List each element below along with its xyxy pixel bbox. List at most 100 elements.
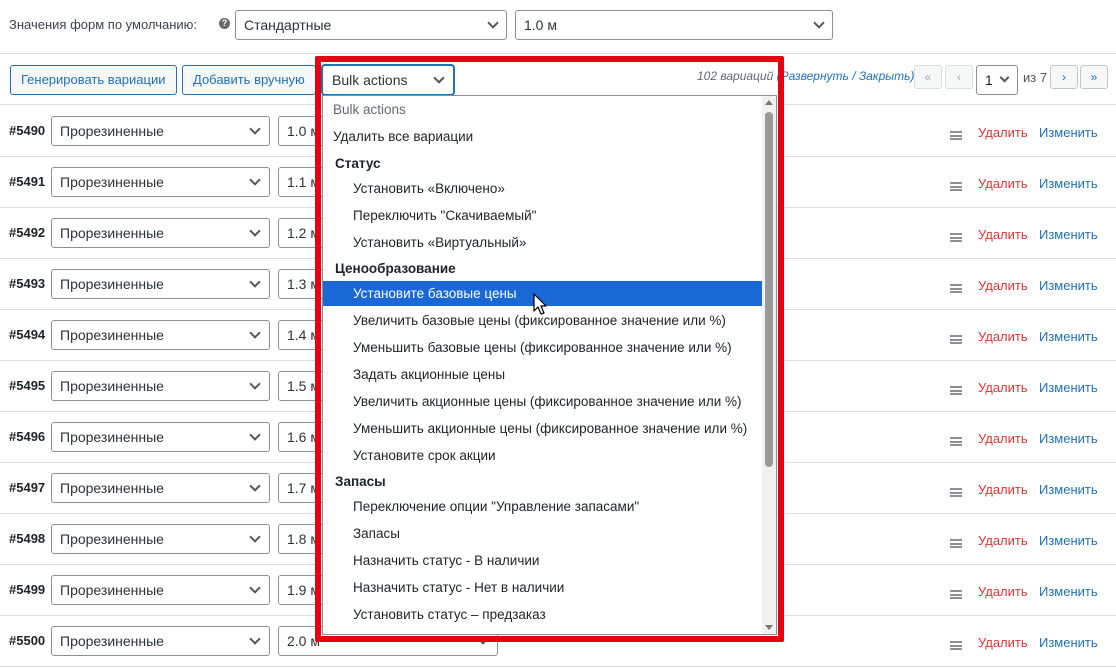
drag-handle-icon[interactable] (950, 539, 962, 548)
delete-variation-link[interactable]: Удалить (978, 380, 1028, 395)
default-type-select[interactable]: Стандартные (235, 10, 507, 40)
edit-variation-link[interactable]: Изменить (1039, 380, 1098, 395)
delete-variation-link[interactable]: Удалить (978, 278, 1028, 293)
chevron-down-icon (249, 480, 261, 492)
delete-variation-link[interactable]: Удалить (978, 431, 1028, 446)
help-icon[interactable]: ? (219, 18, 230, 29)
dropdown-option[interactable]: Назначить статус - Нет в наличии (323, 575, 762, 600)
expand-close-link[interactable]: (Развернуть / Закрыть) (777, 69, 915, 83)
prev-page-button[interactable]: ‹ (945, 65, 973, 89)
drag-handle-icon[interactable] (950, 488, 962, 497)
bulk-actions-select[interactable]: Bulk actions (322, 65, 454, 95)
variation-type-select[interactable]: Прорезиненные (51, 116, 270, 146)
dropdown-option[interactable]: Запасы (323, 521, 762, 546)
dropdown-group-header: Ценообразование (335, 261, 456, 276)
drag-handle-icon[interactable] (950, 182, 962, 191)
variation-type-select[interactable]: Прорезиненные (51, 167, 270, 197)
bulk-actions-dropdown-list[interactable]: Bulk actions Удалить все вариации Статус Ус… (322, 95, 777, 635)
variation-id: #5499 (9, 582, 46, 597)
delete-variation-link[interactable]: Удалить (978, 533, 1028, 548)
variations-count-text: 102 вариаций (697, 69, 774, 83)
edit-variation-link[interactable]: Изменить (1039, 533, 1098, 548)
generate-variations-button[interactable]: Генерировать вариации (10, 65, 177, 95)
variation-type-select[interactable]: Прорезиненные (51, 218, 270, 248)
edit-variation-link[interactable]: Изменить (1039, 635, 1098, 650)
chevron-down-icon (813, 17, 825, 29)
dropdown-option[interactable]: Установить «Виртуальный» (323, 230, 762, 255)
scroll-up-arrow-icon[interactable] (765, 100, 773, 105)
chevron-down-icon (249, 225, 261, 237)
default-length-select[interactable]: 1.0 м (515, 10, 833, 40)
edit-variation-link[interactable]: Изменить (1039, 227, 1098, 242)
drag-handle-icon[interactable] (950, 335, 962, 344)
scroll-down-arrow-icon[interactable] (765, 625, 773, 630)
dropdown-option[interactable]: Уменьшить базовые цены (фиксированное зн… (323, 335, 762, 360)
drag-handle-icon[interactable] (950, 437, 962, 446)
variation-length-value: 1.9 м (287, 582, 320, 598)
mouse-cursor-icon (533, 293, 547, 315)
dropdown-option[interactable]: Уменьшить акционные цены (фиксированное … (323, 416, 762, 441)
variation-id: #5496 (9, 429, 46, 444)
delete-variation-link[interactable]: Удалить (978, 482, 1028, 497)
variation-type-select[interactable]: Прорезиненные (51, 320, 270, 350)
variation-type-value: Прорезиненные (60, 531, 164, 547)
dropdown-option[interactable]: Установите срок акции (323, 443, 762, 468)
variation-type-select[interactable]: Прорезиненные (51, 524, 270, 554)
dropdown-option[interactable]: Назначить статус - В наличии (323, 548, 762, 573)
delete-variation-link[interactable]: Удалить (978, 329, 1028, 344)
delete-variation-link[interactable]: Удалить (978, 125, 1028, 140)
drag-handle-icon[interactable] (950, 233, 962, 242)
variation-id: #5494 (9, 327, 46, 342)
dropdown-group-header: Запасы (335, 474, 386, 489)
first-page-button[interactable]: « (914, 65, 942, 89)
edit-variation-link[interactable]: Изменить (1039, 431, 1098, 446)
variation-type-value: Прорезиненные (60, 276, 164, 292)
variation-type-select[interactable]: Прорезиненные (51, 473, 270, 503)
drag-handle-icon[interactable] (950, 590, 962, 599)
delete-variation-link[interactable]: Удалить (978, 584, 1028, 599)
delete-variation-link[interactable]: Удалить (978, 176, 1028, 191)
edit-variation-link[interactable]: Изменить (1039, 176, 1098, 191)
dropdown-option[interactable]: Задать акционные цены (323, 362, 762, 387)
edit-variation-link[interactable]: Изменить (1039, 278, 1098, 293)
edit-variation-link[interactable]: Изменить (1039, 125, 1098, 140)
scrollbar-thumb[interactable] (765, 112, 773, 467)
dropdown-scrollbar[interactable] (762, 96, 776, 634)
drag-handle-icon[interactable] (950, 641, 962, 650)
variation-type-select[interactable]: Прорезиненные (51, 422, 270, 452)
dropdown-option[interactable]: Удалить все вариации (323, 124, 762, 149)
variation-length-value: 1.3 м (287, 276, 320, 292)
edit-variation-link[interactable]: Изменить (1039, 584, 1098, 599)
drag-handle-icon[interactable] (950, 131, 962, 140)
dropdown-option[interactable]: Переключение опции "Управление запасами" (323, 494, 762, 519)
edit-variation-link[interactable]: Изменить (1039, 482, 1098, 497)
dropdown-option[interactable]: Увеличить акционные цены (фиксированное … (323, 389, 762, 414)
dropdown-option[interactable]: Переключить "Скачиваемый" (323, 203, 762, 228)
dropdown-option[interactable]: Установить статус – предзаказ (323, 602, 762, 627)
variation-length-value: 1.1 м (287, 174, 320, 190)
dropdown-option[interactable]: Установить «Включено» (323, 176, 762, 201)
default-type-select-value: Стандартные (244, 17, 332, 33)
default-form-values-label: Значения форм по умолчанию: (9, 17, 197, 32)
delete-variation-link[interactable]: Удалить (978, 227, 1028, 242)
page-select[interactable]: 1 (976, 65, 1018, 95)
next-page-button[interactable]: › (1050, 65, 1078, 89)
dropdown-option[interactable]: Bulk actions (323, 97, 762, 122)
drag-handle-icon[interactable] (950, 284, 962, 293)
variations-count: 102 вариаций (Развернуть / Закрыть) (697, 69, 914, 83)
variation-length-value: 1.0 м (287, 123, 320, 139)
add-manually-button[interactable]: Добавить вручную (182, 65, 316, 95)
variation-type-value: Прорезиненные (60, 429, 164, 445)
delete-variation-link[interactable]: Удалить (978, 635, 1028, 650)
chevron-down-icon (477, 633, 489, 645)
drag-handle-icon[interactable] (950, 386, 962, 395)
variation-type-value: Прорезиненные (60, 327, 164, 343)
chevron-down-icon (249, 174, 261, 186)
last-page-button[interactable]: » (1080, 65, 1108, 89)
variation-type-select[interactable]: Прорезиненные (51, 575, 270, 605)
chevron-down-icon (249, 378, 261, 390)
variation-type-select[interactable]: Прорезиненные (51, 626, 270, 656)
variation-type-select[interactable]: Прорезиненные (51, 269, 270, 299)
edit-variation-link[interactable]: Изменить (1039, 329, 1098, 344)
variation-type-select[interactable]: Прорезиненные (51, 371, 270, 401)
